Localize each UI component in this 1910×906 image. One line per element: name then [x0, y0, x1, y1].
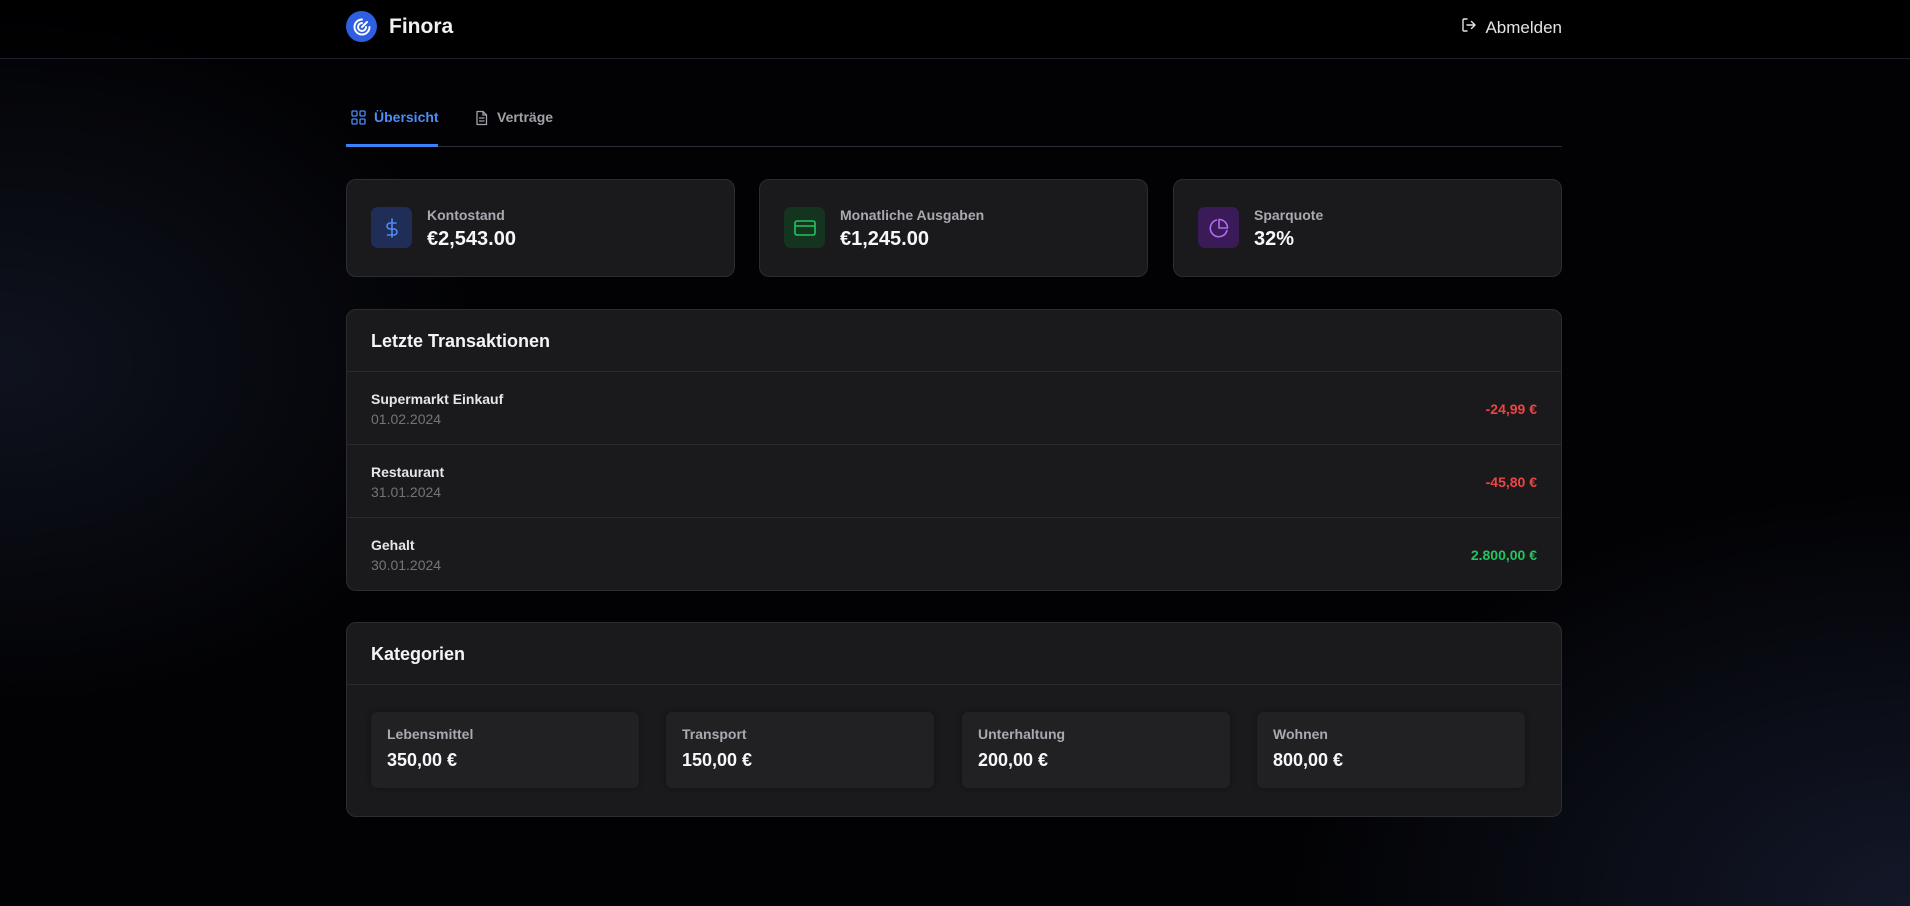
stat-card-savings-rate: Sparquote 32% [1173, 179, 1562, 277]
category-tile-housing[interactable]: Wohnen 800,00 € [1257, 712, 1525, 788]
transaction-name: Supermarkt Einkauf [371, 391, 504, 407]
transaction-date: 30.01.2024 [371, 557, 442, 573]
top-bar: Finora Abmelden [0, 0, 1910, 59]
logout-label: Abmelden [1485, 17, 1562, 37]
transaction-row[interactable]: Gehalt 30.01.2024 2.800,00 € [347, 517, 1561, 590]
transaction-row[interactable]: Restaurant 31.01.2024 -45,80 € [347, 444, 1561, 517]
category-label: Wohnen [1273, 726, 1328, 742]
category-tile-entertainment[interactable]: Unterhaltung 200,00 € [962, 712, 1230, 788]
finora-logo-icon [346, 11, 377, 42]
tab-contracts-label: Verträge [497, 109, 554, 125]
transactions-title: Letzte Transaktionen [371, 331, 551, 351]
grid-icon [351, 109, 366, 130]
transactions-panel: Letzte Transaktionen Supermarkt Einkauf … [346, 309, 1562, 591]
tab-bar: Übersicht Verträge [346, 98, 1562, 147]
category-tile-groceries[interactable]: Lebensmittel 350,00 € [371, 712, 639, 788]
category-value: 150,00 € [682, 750, 753, 770]
stat-value: €1,245.00 [840, 228, 929, 250]
brand[interactable]: Finora [346, 11, 453, 42]
categories-title: Kategorien [371, 644, 466, 664]
credit-card-icon [784, 207, 825, 248]
stat-card-balance: Kontostand €2,543.00 [346, 179, 735, 277]
transaction-name: Gehalt [371, 537, 415, 553]
stat-card-monthly-expenses: Monatliche Ausgaben €1,245.00 [759, 179, 1148, 277]
category-label: Unterhaltung [978, 726, 1066, 742]
stat-label: Sparquote [1254, 207, 1324, 223]
logout-icon [1461, 17, 1477, 38]
stat-value: 32% [1254, 228, 1295, 250]
transaction-date: 31.01.2024 [371, 484, 442, 500]
stat-label: Monatliche Ausgaben [840, 207, 985, 223]
stat-label: Kontostand [427, 207, 505, 223]
pie-chart-icon [1198, 207, 1239, 248]
tab-contracts[interactable]: Verträge [474, 98, 553, 147]
category-value: 350,00 € [387, 750, 458, 770]
transaction-row[interactable]: Supermarkt Einkauf 01.02.2024 -24,99 € [347, 371, 1561, 444]
transaction-date: 01.02.2024 [371, 411, 442, 427]
category-value: 200,00 € [978, 750, 1049, 770]
transaction-amount: 2.800,00 € [1470, 547, 1537, 563]
tab-overview[interactable]: Übersicht [346, 98, 439, 147]
transaction-name: Restaurant [371, 464, 445, 480]
transaction-amount: -45,80 € [1485, 474, 1537, 490]
logout-button[interactable]: Abmelden [1461, 17, 1562, 38]
app-name: Finora [389, 14, 454, 38]
tab-overview-label: Übersicht [374, 109, 439, 125]
dollar-icon [371, 207, 412, 248]
transaction-amount: -24,99 € [1485, 401, 1537, 417]
category-label: Transport [682, 726, 747, 742]
divider [347, 684, 1561, 685]
document-icon [474, 109, 489, 131]
category-label: Lebensmittel [387, 726, 474, 742]
category-tile-transport[interactable]: Transport 150,00 € [666, 712, 934, 788]
stat-value: €2,543.00 [427, 228, 516, 250]
category-value: 800,00 € [1273, 750, 1344, 770]
